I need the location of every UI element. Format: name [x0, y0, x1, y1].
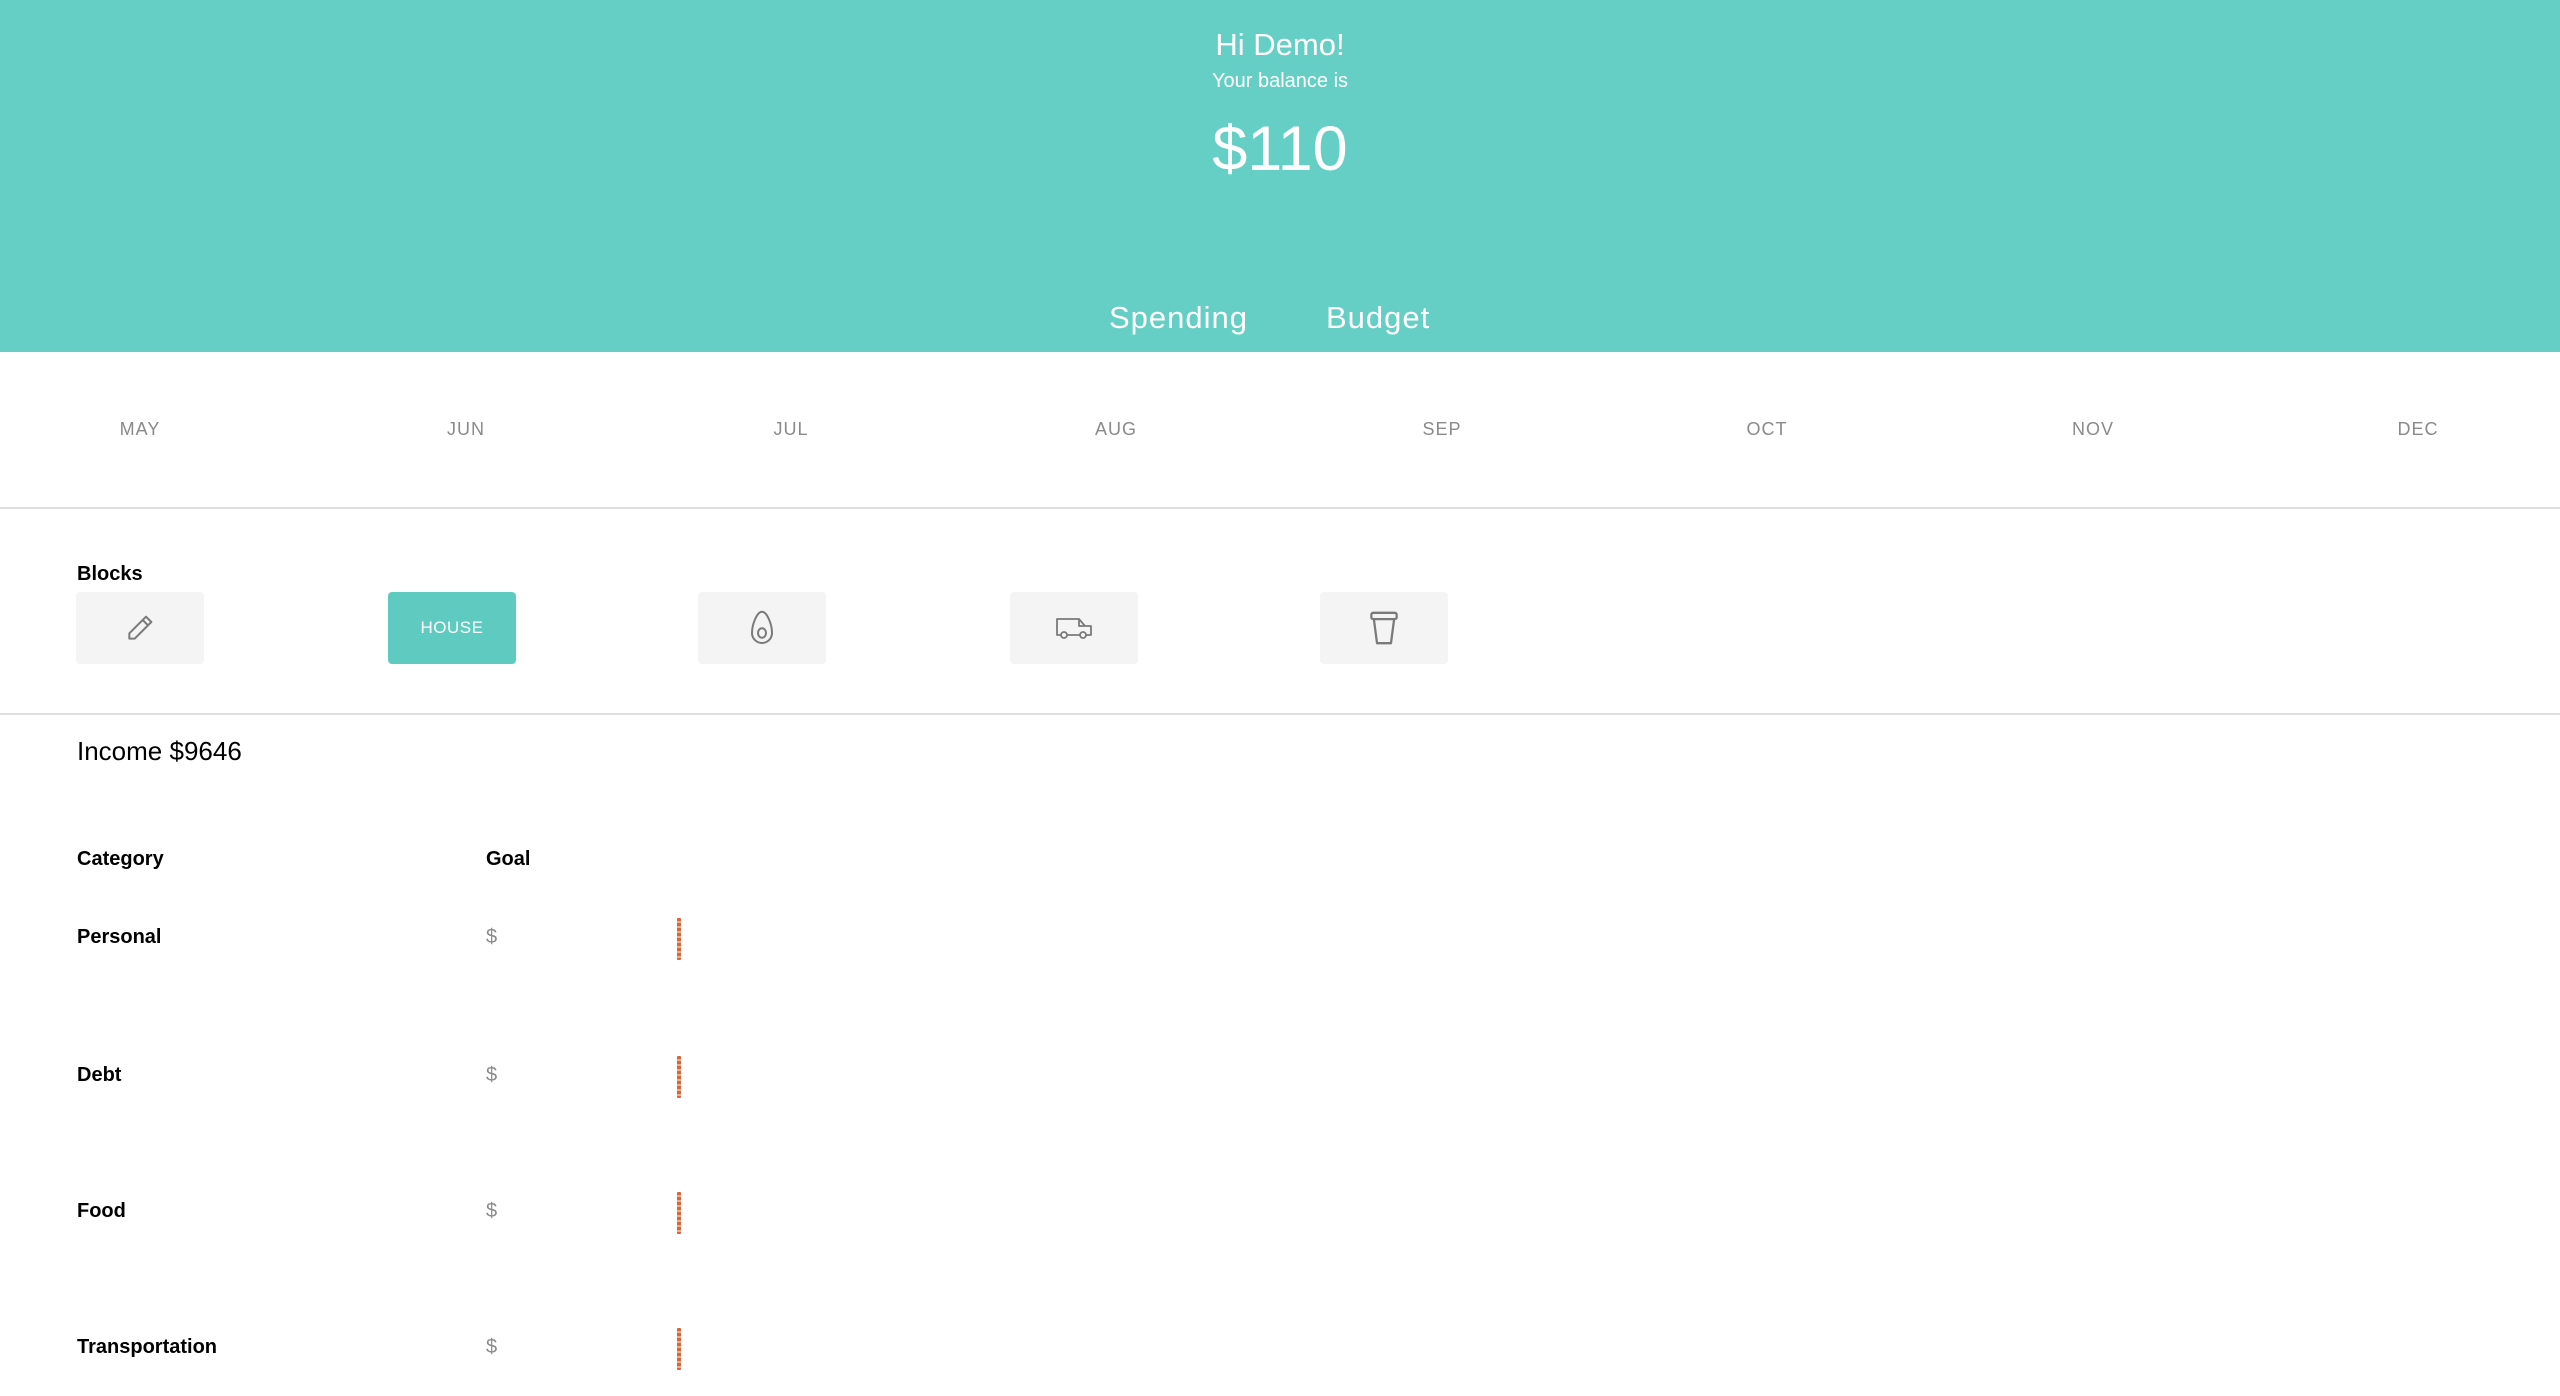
goal-input[interactable] — [504, 1332, 654, 1362]
currency-symbol: $ — [486, 1064, 498, 1086]
tab-budget[interactable]: Budget — [1326, 296, 1430, 340]
month-selector: MAY JUN JUL AUG SEP OCT NOV DEC — [0, 352, 2560, 509]
blocks-title: Blocks — [77, 563, 143, 585]
month-dec[interactable]: DEC — [2358, 419, 2478, 440]
goal-progress-bar — [677, 1328, 681, 1370]
currency-symbol: $ — [486, 1336, 498, 1358]
avocado-icon — [747, 609, 777, 647]
tab-spending[interactable]: Spending — [1109, 296, 1248, 340]
goal-input[interactable] — [504, 922, 654, 952]
category-name: Food — [77, 1200, 126, 1222]
month-sep[interactable]: SEP — [1382, 419, 1502, 440]
blocks-section: Blocks HOUSE — [0, 509, 2560, 715]
balance-caption: Your balance is — [1211, 70, 1349, 92]
month-jun[interactable]: JUN — [406, 419, 526, 440]
goal-input[interactable] — [504, 1196, 654, 1226]
category-name: Debt — [77, 1064, 122, 1086]
table-row: Transportation $ — [0, 1328, 2560, 1396]
goal-progress-bar — [677, 1192, 681, 1234]
income-label: Income $9646 — [77, 736, 242, 766]
category-name: Personal — [77, 926, 162, 948]
goal-input[interactable] — [504, 1060, 654, 1090]
block-house-button[interactable]: HOUSE — [388, 592, 516, 664]
month-jul[interactable]: JUL — [731, 419, 851, 440]
pencil-icon — [124, 612, 156, 644]
block-drinks-button[interactable] — [1320, 592, 1448, 664]
month-oct[interactable]: OCT — [1707, 419, 1827, 440]
currency-symbol: $ — [486, 1200, 498, 1222]
category-name: Transportation — [77, 1336, 218, 1358]
month-aug[interactable]: AUG — [1056, 419, 1176, 440]
header-banner: Hi Demo! Your balance is $110 Spending B… — [0, 0, 2560, 352]
column-header-category: Category — [77, 848, 164, 870]
table-row: Food $ — [0, 1192, 2560, 1260]
currency-symbol: $ — [486, 926, 498, 948]
goal-progress-bar — [677, 1056, 681, 1098]
block-food-button[interactable] — [698, 592, 826, 664]
month-nov[interactable]: NOV — [2033, 419, 2153, 440]
table-row: Personal $ — [0, 918, 2560, 986]
block-transport-button[interactable] — [1010, 592, 1138, 664]
table-row: Debt $ — [0, 1056, 2560, 1124]
block-edit-button[interactable] — [76, 592, 204, 664]
cup-icon — [1367, 609, 1401, 647]
goal-progress-bar — [677, 918, 681, 960]
month-may[interactable]: MAY — [80, 419, 200, 440]
greeting-text: Hi Demo! — [1215, 27, 1345, 62]
balance-amount: $110 — [1212, 114, 1348, 184]
truck-icon — [1054, 614, 1094, 642]
column-header-goal: Goal — [486, 848, 531, 870]
main-tabs: Spending Budget — [0, 296, 2560, 340]
